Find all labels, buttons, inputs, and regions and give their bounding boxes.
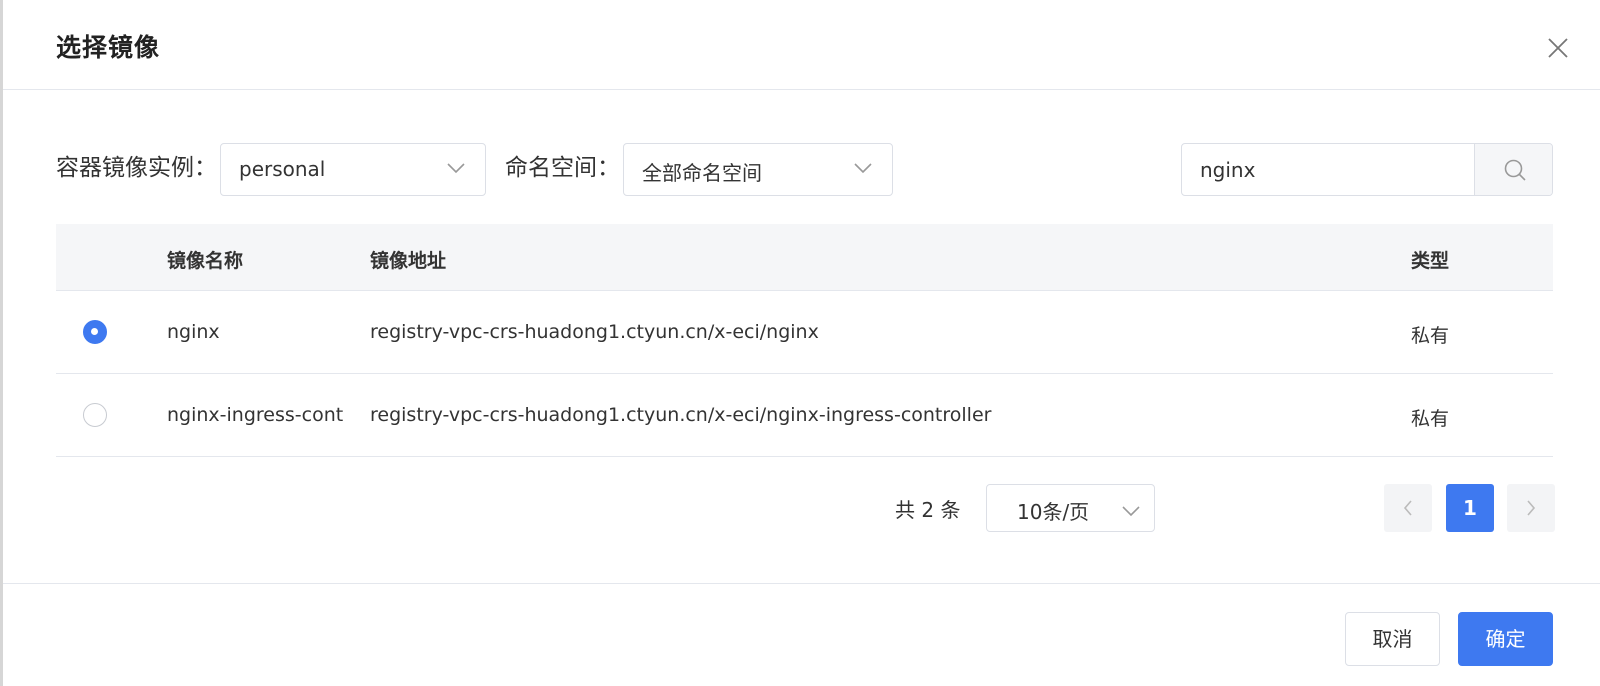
search-button[interactable]	[1474, 144, 1552, 195]
table-header: 镜像名称 镜像地址 类型	[56, 224, 1553, 291]
namespace-select[interactable]: 全部命名空间	[623, 143, 893, 196]
close-button[interactable]	[1546, 36, 1570, 60]
dialog-footer: 取消 确定	[3, 583, 1600, 686]
namespace-label: 命名空间：	[505, 155, 620, 181]
total-count: 共 2 条	[895, 498, 961, 522]
table-row[interactable]: nginx-ingress-controller registry-vpc-cr…	[56, 374, 1553, 457]
table-row[interactable]: nginx registry-vpc-crs-huadong1.ctyun.cn…	[56, 291, 1553, 374]
image-type-cell: 私有	[1411, 325, 1450, 347]
instance-select[interactable]: personal	[220, 143, 486, 196]
column-header-name: 镜像名称	[167, 250, 244, 272]
image-table: 镜像名称 镜像地址 类型 nginx registry-vpc-crs-huad…	[56, 224, 1553, 457]
image-name-cell: nginx	[167, 321, 220, 343]
page-button-current[interactable]: 1	[1446, 484, 1494, 532]
namespace-select-value: 全部命名空间	[642, 161, 762, 185]
instance-select-value: personal	[239, 157, 326, 181]
instance-label: 容器镜像实例：	[56, 155, 217, 181]
close-icon	[1546, 36, 1570, 60]
search-box	[1181, 143, 1553, 196]
pagination: 共 2 条 10条/页 1	[0, 484, 1600, 532]
confirm-button[interactable]: 确定	[1458, 612, 1553, 666]
column-header-type: 类型	[1411, 250, 1450, 272]
cancel-button[interactable]: 取消	[1345, 612, 1440, 666]
image-address-cell: registry-vpc-crs-huadong1.ctyun.cn/x-eci…	[370, 404, 992, 426]
row-radio[interactable]	[83, 403, 107, 427]
chevron-down-icon	[447, 162, 465, 174]
dialog-title: 选择镜像	[56, 33, 161, 62]
search-input[interactable]	[1182, 144, 1474, 195]
page-size-select[interactable]: 10条/页	[986, 484, 1155, 532]
filter-row: 容器镜像实例： personal 命名空间： 全部命名空间	[0, 140, 1600, 196]
dialog-header: 选择镜像	[3, 0, 1600, 90]
image-name-cell: nginx-ingress-controller	[167, 404, 343, 426]
image-type-cell: 私有	[1411, 408, 1450, 430]
image-address-cell: registry-vpc-crs-huadong1.ctyun.cn/x-eci…	[370, 321, 819, 343]
column-header-address: 镜像地址	[370, 250, 447, 272]
row-radio-selected[interactable]	[83, 320, 107, 344]
chevron-down-icon	[854, 162, 872, 174]
next-page-button[interactable]	[1507, 484, 1555, 532]
chevron-down-icon	[1122, 502, 1140, 521]
prev-page-button[interactable]	[1384, 484, 1432, 532]
page-size-value: 10条/页	[1017, 500, 1090, 524]
